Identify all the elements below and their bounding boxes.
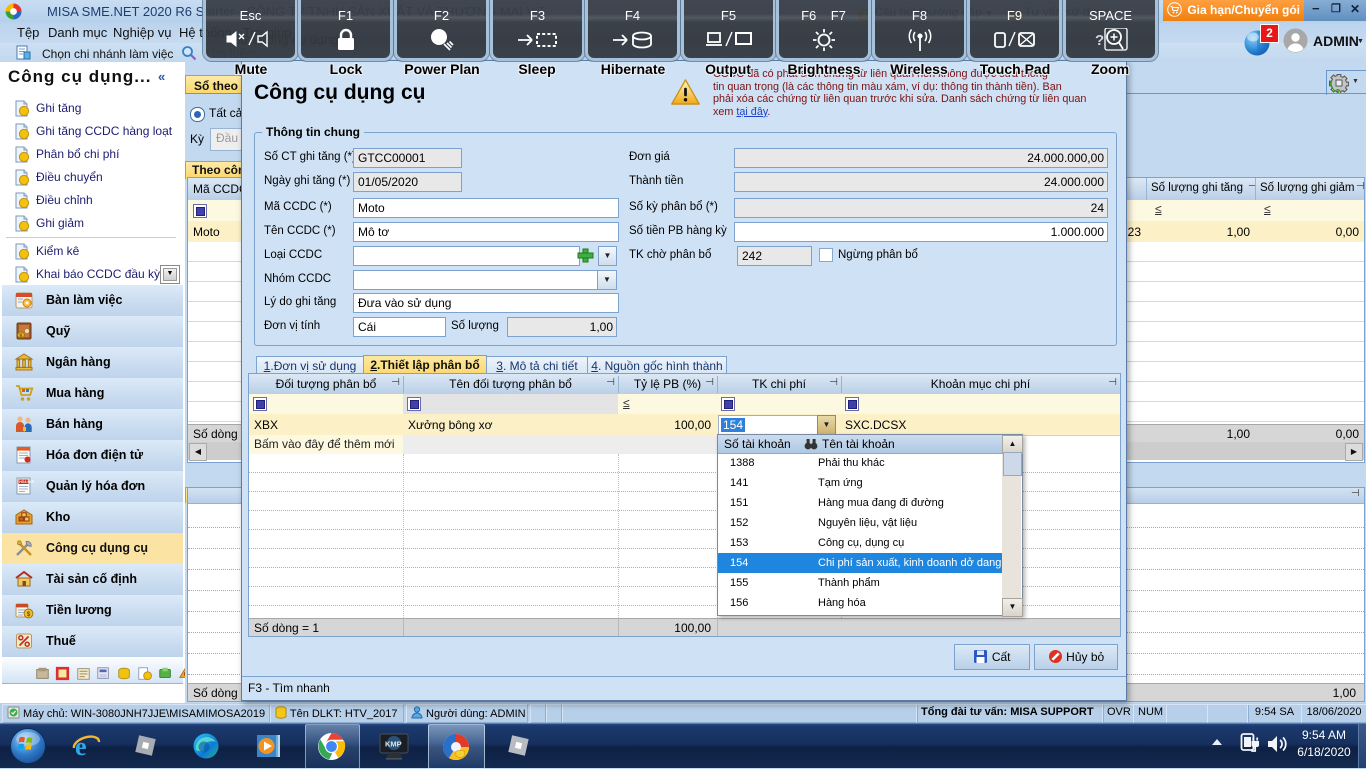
- svg-text:KMP: KMP: [385, 740, 402, 749]
- svg-text:HÓA ĐƠN: HÓA ĐƠN: [19, 479, 34, 484]
- svg-text:?: ?: [1095, 32, 1104, 49]
- svg-text:$: $: [19, 333, 22, 339]
- svg-text:$: $: [27, 611, 31, 618]
- svg-text:e: e: [75, 732, 87, 760]
